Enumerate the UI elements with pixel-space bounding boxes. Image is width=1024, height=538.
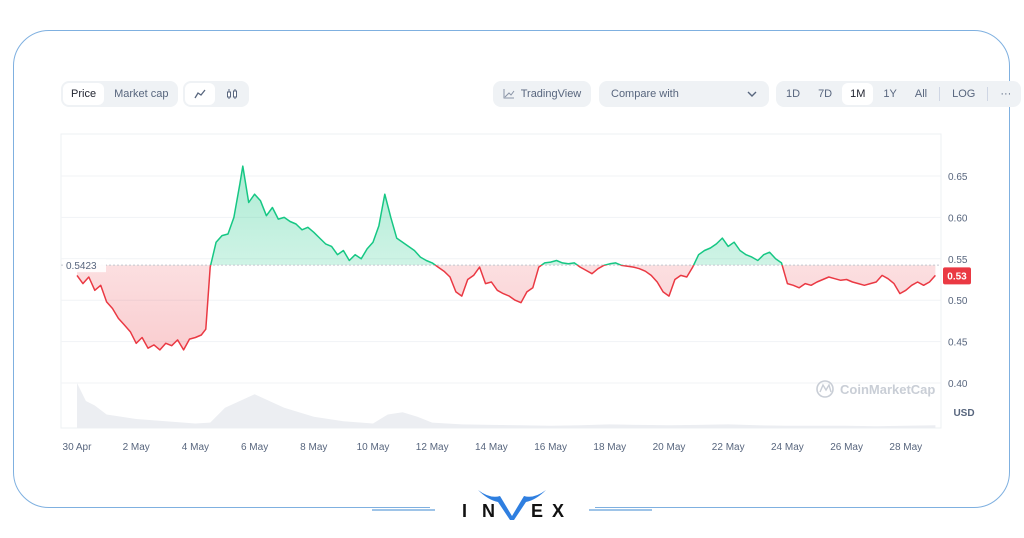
logo-letter-x: X: [552, 501, 564, 521]
logo-letter-e: E: [531, 501, 543, 521]
invex-logo: I N E X: [372, 490, 652, 521]
logo-letter-n: N: [482, 501, 495, 521]
logo-letter-i: I: [462, 501, 468, 521]
